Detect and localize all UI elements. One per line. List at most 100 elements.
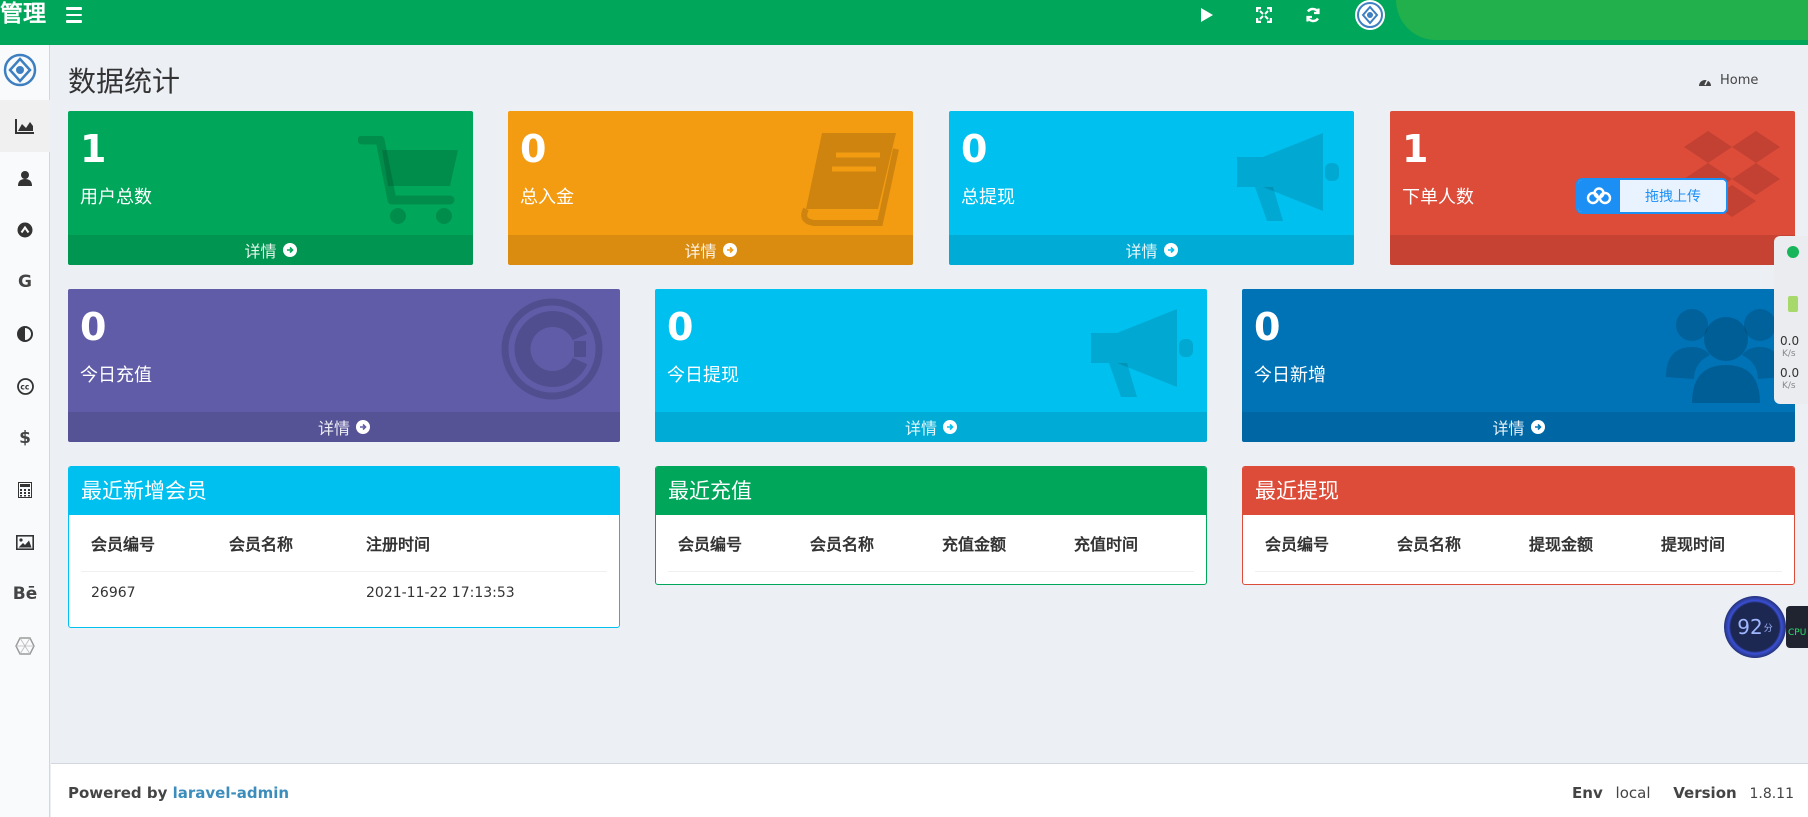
cloud-link-icon <box>1578 180 1620 212</box>
footer: Powered by laravel-admin Env local Versi… <box>51 763 1808 817</box>
details-link[interactable]: 详情 <box>68 412 620 442</box>
stat-label: 下单人数 <box>1402 187 1474 208</box>
breadcrumb[interactable]: Home <box>1698 73 1758 88</box>
recharge-table: 会员编号 会员名称 充值金额 充值时间 <box>668 515 1194 572</box>
column-header: 提现时间 <box>1651 515 1782 572</box>
cc-circle-icon <box>500 297 604 405</box>
panel-title: 最近提现 <box>1243 467 1794 515</box>
cpu-label: CPU <box>1786 606 1808 648</box>
area-chart-icon[interactable] <box>0 100 50 152</box>
users-icon <box>1664 299 1784 409</box>
arrow-circle-right-icon <box>282 243 297 257</box>
column-header: 注册时间 <box>356 515 607 572</box>
register-time-cell: 2021-11-22 17:13:53 <box>366 585 515 602</box>
stat-value: 1 <box>80 127 107 171</box>
arrow-circle-right-icon <box>722 243 737 257</box>
play-icon[interactable] <box>1192 2 1222 28</box>
download-speed: 0.0 <box>1780 366 1800 380</box>
details-link[interactable]: 详情 <box>655 412 1207 442</box>
arrow-circle-right-icon <box>1530 420 1545 434</box>
details-link[interactable] <box>1390 235 1795 265</box>
stat-label: 总入金 <box>520 187 574 208</box>
env-label: Env <box>1572 784 1603 802</box>
score-unit: 分 <box>1763 623 1773 634</box>
panel-recent-withdraw: 最近提现 会员编号 会员名称 提现金额 提现时间 <box>1242 466 1795 585</box>
calculator-icon[interactable] <box>0 464 50 516</box>
stat-box-today-new: 0 今日新增 详情 <box>1242 289 1795 442</box>
table-row: 26967 2021-11-22 17:13:53 <box>81 571 607 615</box>
arrow-circle-right-icon <box>943 420 957 434</box>
laravel-admin-link[interactable]: laravel-admin <box>173 784 289 802</box>
column-header: 提现金额 <box>1519 515 1651 572</box>
column-header: 会员名称 <box>800 515 932 572</box>
column-header: 会员名称 <box>219 515 356 572</box>
download-speed-unit: K/s <box>1782 381 1796 391</box>
column-header: 充值时间 <box>1064 515 1194 572</box>
stat-label: 今日充值 <box>80 365 152 386</box>
refresh-icon[interactable] <box>1298 2 1328 28</box>
upload-speed-unit: K/s <box>1782 349 1796 359</box>
network-speed-widget[interactable]: 0.0 K/s 0.0 K/s <box>1774 236 1808 404</box>
members-table: 会员编号 会员名称 注册时间 26967 2021-11-22 17:13:53 <box>81 515 607 615</box>
stat-label: 用户总数 <box>80 187 152 208</box>
stat-value: 0 <box>961 127 988 171</box>
stat-value: 0 <box>667 305 694 349</box>
panel-recent-recharge: 最近充值 会员编号 会员名称 充值金额 充值时间 <box>655 466 1207 585</box>
member-name-cell <box>219 571 356 615</box>
upload-label: 拖拽上传 <box>1620 180 1726 212</box>
bullhorn-icon <box>1233 129 1343 229</box>
google-icon[interactable]: G <box>0 256 50 308</box>
version-label: Version <box>1673 784 1737 802</box>
page-title: 数据统计 <box>68 65 181 98</box>
chevron-up-circle-icon[interactable] <box>0 204 50 256</box>
stat-box-total-withdraw: 0 总提现 详情 <box>949 111 1354 265</box>
dollar-icon[interactable]: $ <box>0 412 50 464</box>
column-header: 会员编号 <box>668 515 800 572</box>
performance-score-badge[interactable]: 92 分 <box>1724 596 1786 658</box>
adjust-icon[interactable] <box>0 308 50 360</box>
withdraw-table: 会员编号 会员名称 提现金额 提现时间 <box>1255 515 1782 572</box>
sidebar-logo <box>3 53 37 87</box>
stat-value: 1 <box>1402 127 1429 171</box>
arrow-circle-right-icon <box>1163 243 1178 257</box>
top-navbar: 管理 <box>0 0 1808 45</box>
user-name-blurred <box>1396 0 1808 40</box>
arrow-circle-right-icon <box>356 420 370 434</box>
stat-box-total-users: 1 用户总数 详情 <box>68 111 473 265</box>
stat-box-today-recharge: 0 今日充值 详情 <box>68 289 620 442</box>
score-value: 92 <box>1737 615 1763 639</box>
column-header: 会员编号 <box>1255 515 1387 572</box>
column-header: 会员编号 <box>81 515 219 572</box>
env-value: local <box>1615 784 1651 802</box>
stat-label: 今日提现 <box>667 365 739 386</box>
panel-title: 最近充值 <box>656 467 1206 515</box>
stat-label: 今日新增 <box>1254 365 1326 386</box>
memory-bar <box>1788 296 1798 312</box>
shopping-cart-icon <box>357 135 462 232</box>
panel-recent-members: 最近新增会员 会员编号 会员名称 注册时间 26967 2021-11-22 1… <box>68 466 620 628</box>
details-link[interactable]: 详情 <box>68 235 473 265</box>
footer-credits: Powered by laravel-admin <box>68 784 290 802</box>
details-link[interactable]: 详情 <box>949 235 1354 265</box>
hexagon-icon[interactable] <box>0 620 50 672</box>
stat-box-today-withdraw: 0 今日提现 详情 <box>655 289 1207 442</box>
user-icon[interactable] <box>0 152 50 204</box>
details-link[interactable]: 详情 <box>1242 412 1795 442</box>
version-value: 1.8.11 <box>1749 786 1794 802</box>
cc-icon[interactable]: cc <box>0 360 50 412</box>
bullhorn-icon <box>1087 305 1197 405</box>
stat-value: 0 <box>520 127 547 171</box>
breadcrumb-home[interactable]: Home <box>1720 73 1758 88</box>
behance-icon[interactable]: Bē <box>0 568 50 620</box>
drag-upload-button[interactable]: 拖拽上传 <box>1576 178 1728 214</box>
member-id-cell: 26967 <box>91 585 136 602</box>
status-dot <box>1787 246 1799 258</box>
fullscreen-icon[interactable] <box>1249 2 1279 28</box>
details-link[interactable]: 详情 <box>508 235 913 265</box>
dashboard-icon <box>1699 78 1711 86</box>
brand-logo-text[interactable]: 管理 <box>0 0 46 30</box>
image-icon[interactable] <box>0 516 50 568</box>
panel-title: 最近新增会员 <box>69 467 619 515</box>
sidebar-toggle-button[interactable] <box>62 3 86 27</box>
user-avatar[interactable] <box>1355 0 1385 30</box>
